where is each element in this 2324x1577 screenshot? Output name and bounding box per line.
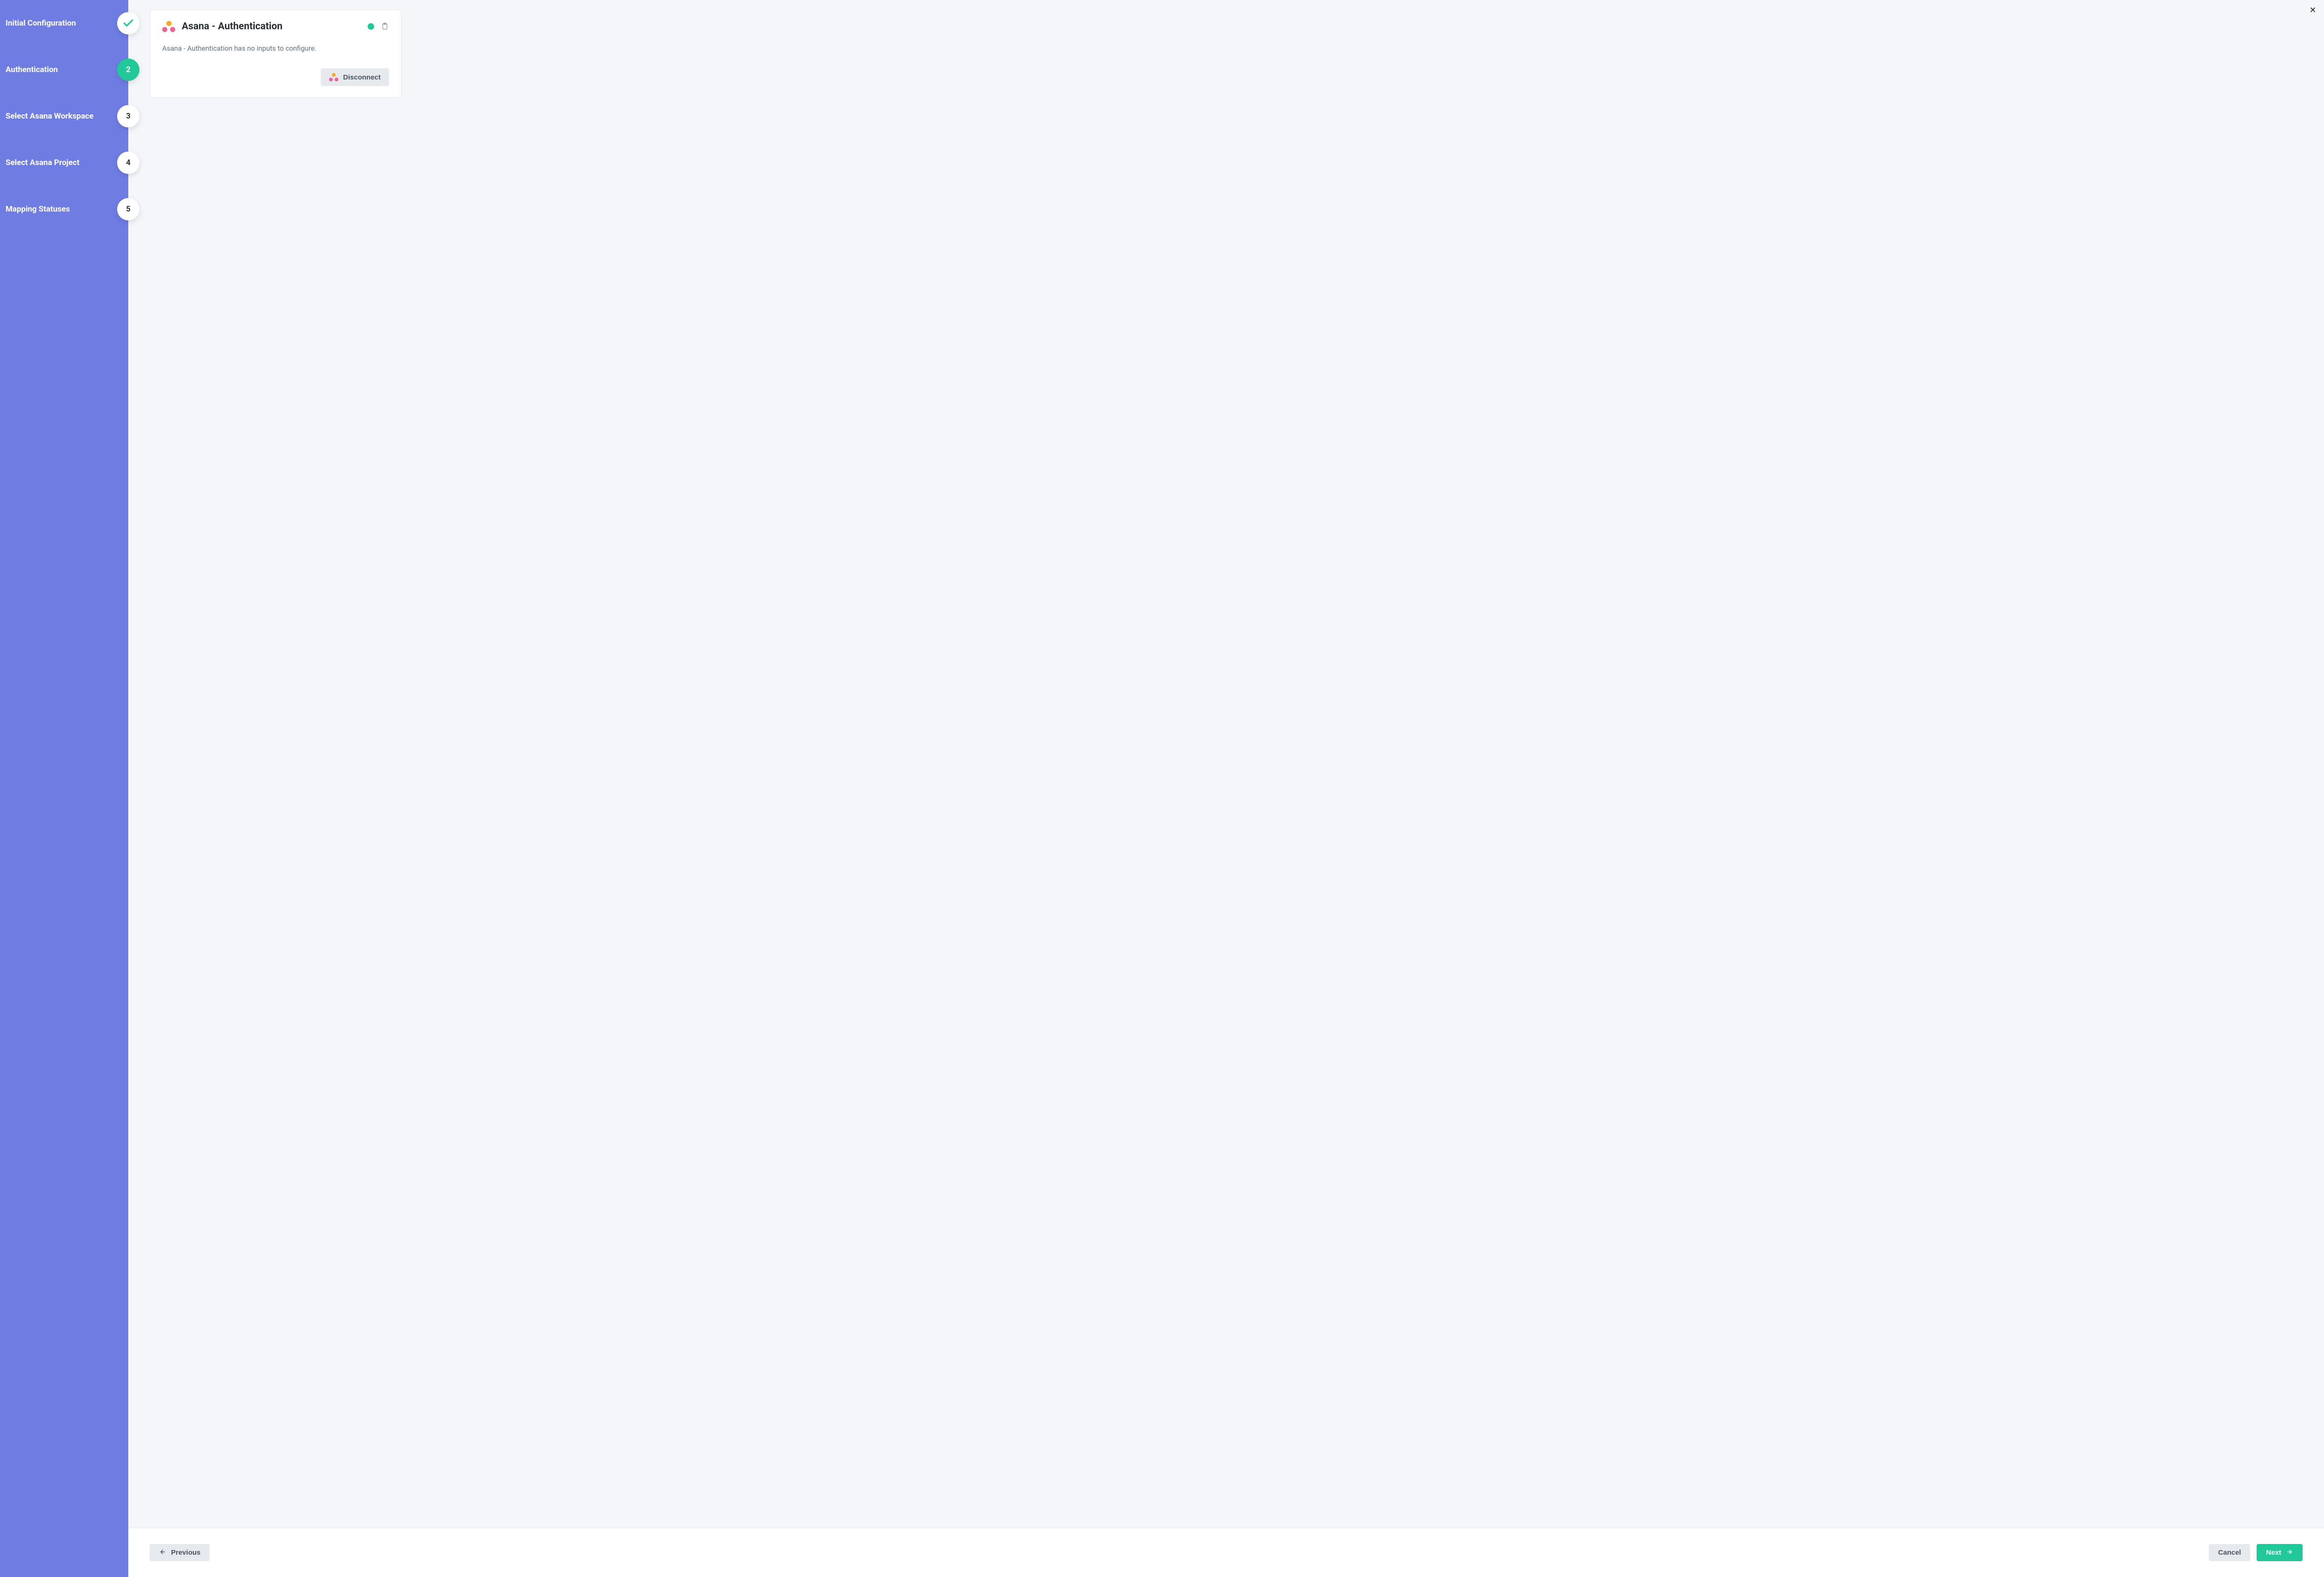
cancel-button[interactable]: Cancel: [2209, 1544, 2250, 1561]
disconnect-button-label: Disconnect: [343, 73, 381, 81]
wizard-step-authentication[interactable]: Authentication 2: [0, 46, 128, 93]
cancel-button-label: Cancel: [2218, 1549, 2241, 1557]
wizard-step-select-project[interactable]: Select Asana Project 4: [0, 139, 128, 186]
asana-logo-icon: [162, 21, 175, 32]
close-button[interactable]: [2309, 6, 2317, 16]
wizard-footer: Previous Cancel Next: [128, 1528, 2324, 1577]
previous-button[interactable]: Previous: [150, 1544, 210, 1561]
wizard-step-label: Authentication: [6, 65, 58, 74]
wizard-sidebar: Initial Configuration Authentication 2 S…: [0, 0, 128, 1577]
wizard-step-mapping-statuses[interactable]: Mapping Statuses 5: [0, 186, 128, 232]
wizard-step-select-workspace[interactable]: Select Asana Workspace 3: [0, 93, 128, 139]
status-connected-indicator: [368, 23, 374, 30]
card-header: Asana - Authentication: [162, 21, 389, 32]
card-body-text: Asana - Authentication has no inputs to …: [162, 44, 389, 53]
wizard-step-label: Select Asana Workspace: [6, 112, 93, 121]
asana-logo-icon: [329, 73, 338, 81]
authentication-card: Asana - Authentication Asana - Authentic…: [150, 9, 402, 98]
wizard-step-label: Select Asana Project: [6, 158, 79, 167]
main-panel: Asana - Authentication Asana - Authentic…: [128, 0, 2324, 1577]
wizard-step-label: Initial Configuration: [6, 19, 76, 28]
arrow-right-icon: [2286, 1549, 2293, 1557]
card-title: Asana - Authentication: [182, 21, 361, 32]
wizard-step-initial-configuration[interactable]: Initial Configuration: [0, 0, 128, 46]
next-button-label: Next: [2266, 1549, 2281, 1557]
close-icon: [2309, 6, 2317, 13]
arrow-left-icon: [159, 1549, 166, 1557]
next-button[interactable]: Next: [2257, 1544, 2303, 1561]
card-footer: Disconnect: [162, 68, 389, 86]
content-area: Asana - Authentication Asana - Authentic…: [128, 0, 2324, 1528]
wizard-step-label: Mapping Statuses: [6, 205, 70, 214]
clipboard-icon[interactable]: [381, 22, 389, 31]
disconnect-button[interactable]: Disconnect: [321, 68, 389, 86]
previous-button-label: Previous: [171, 1549, 200, 1557]
